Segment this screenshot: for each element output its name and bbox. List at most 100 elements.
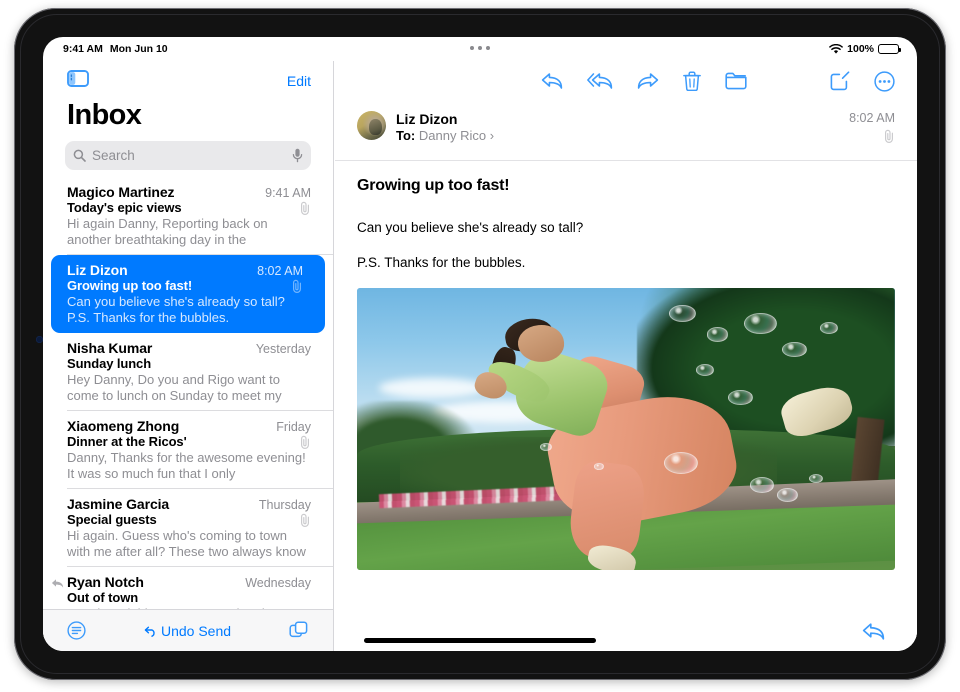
dot [470, 46, 474, 50]
mail-sender: Ryan Notch [67, 574, 144, 590]
sidebar-toggle-icon[interactable] [67, 70, 89, 92]
mail-row-top: Magico Martinez 9:41 AM [67, 184, 311, 200]
mail-row-top: Nisha Kumar Yesterday [67, 340, 311, 356]
folder-icon[interactable] [725, 72, 747, 90]
filter-icon[interactable] [67, 621, 86, 640]
undo-send-label: Undo Send [160, 622, 232, 639]
mail-row-subject: Growing up too fast! [67, 278, 303, 293]
paperclip-icon [292, 279, 303, 293]
compose-icon[interactable] [830, 71, 850, 91]
ipad-screen: 9:41 AM Mon Jun 10 100% Edit Inbox Searc… [43, 37, 917, 651]
mail-time: Thursday [258, 498, 311, 512]
edit-button[interactable]: Edit [287, 73, 311, 89]
reply-all-icon[interactable] [587, 72, 613, 90]
message-subject: Growing up too fast! [357, 177, 510, 194]
message-body: Growing up too fast! Can you believe she… [335, 161, 917, 611]
mail-time: 8:02 AM [257, 264, 303, 278]
recipient-name: Danny Rico [418, 128, 487, 143]
mail-list-item[interactable]: Liz Dizon 8:02 AM Growing up too fast! Can … [51, 255, 325, 333]
mail-row-subject: Special guests [67, 512, 311, 527]
mail-row-top: Liz Dizon 8:02 AM [67, 262, 303, 278]
to-label: To: [396, 128, 416, 143]
mail-list-item[interactable]: Nisha Kumar Yesterday Sunday lunch Hey Dann… [43, 333, 333, 411]
paperclip-icon [849, 129, 895, 148]
mail-time: Wednesday [245, 576, 311, 590]
mail-sender: Nisha Kumar [67, 340, 153, 356]
mail-list-item[interactable]: Ryan Notch Wednesday Out of townHowdy, nei… [43, 567, 333, 609]
mail-row-top: Jasmine Garcia Thursday [67, 496, 311, 512]
mail-subject: Out of town [67, 590, 139, 605]
chevron-right-icon: › [489, 128, 495, 143]
photo-cloud [378, 378, 487, 398]
message-toolbar [335, 61, 917, 101]
new-window-icon[interactable] [289, 620, 309, 641]
photo-bubble [749, 476, 775, 493]
search-container: Search [43, 141, 333, 170]
message-actions-group [541, 71, 747, 91]
reply-icon[interactable] [541, 72, 563, 90]
message-header-text: Liz Dizon To: Danny Rico › [396, 111, 839, 143]
reply-icon[interactable] [862, 622, 885, 641]
message-recipient[interactable]: To: Danny Rico › [396, 128, 839, 143]
mail-sender: Magico Martinez [67, 184, 175, 200]
mail-preview: Hi again Danny, Reporting back on anothe… [67, 216, 268, 247]
mail-row-subject: Sunday lunch [67, 356, 311, 371]
search-icon [73, 149, 86, 162]
paperclip-icon [300, 201, 311, 215]
mail-list-item[interactable]: Magico Martinez 9:41 AM Today's epic views… [43, 177, 333, 255]
photo-bubble [539, 443, 552, 451]
mail-preview: Can you believe she's already so tall? P… [67, 294, 285, 325]
mail-sender: Liz Dizon [67, 262, 128, 278]
mail-time: Friday [276, 420, 311, 434]
battery-full-icon [878, 43, 901, 55]
mail-list-item[interactable]: Xiaomeng Zhong Friday Dinner at the Ricos'… [43, 411, 333, 489]
forward-icon[interactable] [637, 72, 659, 90]
photo-bubble [706, 327, 729, 342]
mail-subject: Sunday lunch [67, 356, 152, 371]
ipad-device-frame: 9:41 AM Mon Jun 10 100% Edit Inbox Searc… [14, 8, 946, 680]
mail-row-top: Xiaomeng Zhong Friday [67, 418, 311, 434]
mail-sender: Xiaomeng Zhong [67, 418, 180, 434]
sidebar-bottom-toolbar: Undo Send [43, 609, 333, 651]
compose-actions-group [830, 70, 895, 92]
mail-row-subject: Today's epic views [67, 200, 311, 215]
message-paragraph: P.S. Thanks for the bubbles. [357, 255, 526, 270]
status-bar: 9:41 AM Mon Jun 10 100% [43, 37, 917, 61]
mail-sender: Jasmine Garcia [67, 496, 170, 512]
photo-bubble [663, 451, 699, 475]
photo-bubble [782, 341, 807, 358]
replied-icon [51, 576, 64, 594]
trash-icon[interactable] [683, 71, 701, 91]
mail-sidebar: Edit Inbox Search Magico Martinez 9:41 A… [43, 61, 334, 651]
photo-bubble [744, 313, 777, 335]
message-footer-toolbar [335, 611, 917, 651]
mail-row-subject: Out of town [67, 590, 311, 605]
mail-time: Yesterday [255, 342, 311, 356]
mail-preview: Hey Danny, Do you and Rigo want to come … [67, 372, 282, 403]
message-sender: Liz Dizon [396, 111, 458, 127]
mail-message-list[interactable]: Magico Martinez 9:41 AM Today's epic views… [43, 177, 333, 609]
avatar[interactable] [357, 111, 386, 140]
dot [486, 46, 490, 50]
sidebar-toolbar: Edit [43, 61, 333, 101]
message-photo-attachment[interactable] [357, 288, 895, 570]
message-header-meta: 8:02 AM [849, 111, 895, 148]
mail-row-subject: Dinner at the Ricos' [67, 434, 311, 449]
multitasking-dots-icon[interactable] [43, 46, 917, 50]
paperclip-icon [300, 513, 311, 527]
undo-send-button[interactable]: Undo Send [144, 623, 231, 639]
message-header: Liz Dizon To: Danny Rico › 8:02 AM [335, 101, 917, 161]
battery-percent: 100% [847, 43, 874, 55]
mail-list-item[interactable]: Jasmine Garcia Thursday Special guests Hi a… [43, 489, 333, 567]
photo-bubble [593, 462, 605, 470]
search-placeholder: Search [92, 148, 135, 163]
microphone-icon[interactable] [292, 148, 303, 163]
mail-subject: Today's epic views [67, 200, 182, 215]
search-input[interactable]: Search [65, 141, 311, 170]
undo-arrow-icon [144, 625, 157, 637]
home-indicator[interactable] [364, 638, 596, 643]
page-title: Inbox [67, 99, 142, 131]
photo-bubble [728, 389, 753, 406]
wifi-icon [829, 43, 843, 55]
more-circle-icon[interactable] [874, 70, 895, 92]
